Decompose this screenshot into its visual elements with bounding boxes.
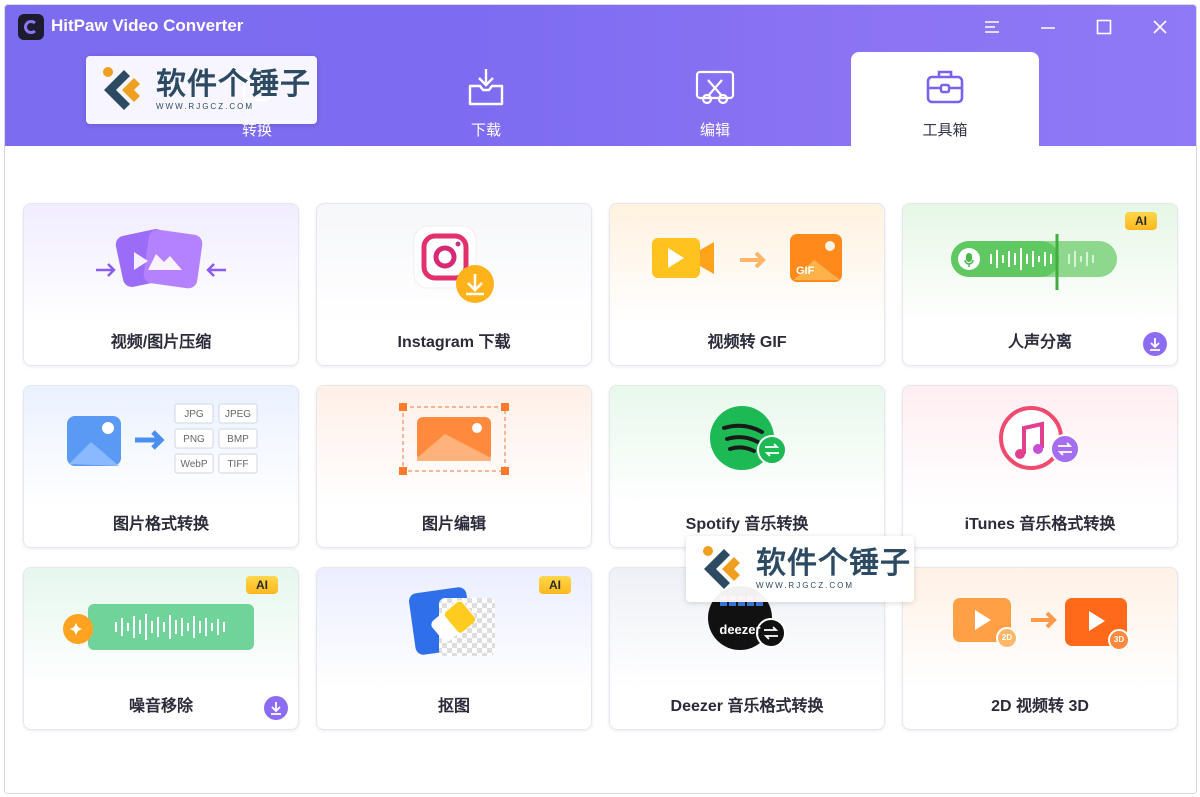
format-label: JPEG: [224, 409, 252, 420]
watermark-logo-icon: [703, 546, 740, 589]
watermark-text: 软件个锤子: [156, 68, 311, 101]
tab-download[interactable]: 下载: [392, 52, 580, 146]
close-button[interactable]: [1146, 13, 1174, 41]
menu-button[interactable]: [978, 13, 1006, 41]
tag-3d: 3D: [1113, 635, 1125, 644]
tag-2d: 2D: [1001, 633, 1013, 642]
edit-scissors-icon: [694, 66, 736, 108]
instagram-icon: [413, 225, 494, 303]
tab-edit-label: 编辑: [699, 122, 730, 139]
tool-card-image-convert[interactable]: JPG JPEG PNG BMP WebP TIFF 图片格式转换: [23, 385, 299, 548]
tool-label: iTunes 音乐格式转换: [964, 516, 1116, 533]
watermark-logo-icon: [103, 67, 140, 110]
tool-card-compress[interactable]: 视频/图片压缩: [23, 203, 299, 366]
menu-icon: [985, 21, 999, 33]
title-bar: HitPaw Video Converter: [5, 5, 1196, 49]
download-button[interactable]: [264, 696, 288, 720]
tool-label: Instagram 下载: [397, 334, 511, 351]
app-logo-icon: [18, 14, 44, 40]
tool-label: 图片格式转换: [112, 516, 209, 533]
maximize-icon: [1096, 19, 1112, 35]
close-icon: [1153, 20, 1167, 34]
tab-toolbox-label: 工具箱: [922, 122, 968, 139]
vocal-remover-icon: [951, 234, 1117, 290]
image-edit-icon: [399, 403, 509, 475]
tool-label: 2D 视频转 3D: [991, 698, 1089, 715]
download-tray-icon: [465, 66, 507, 108]
itunes-icon: [999, 406, 1080, 470]
tab-download-label: 下载: [470, 122, 501, 139]
format-label: PNG: [183, 434, 205, 445]
deezer-logo-text: deezer: [719, 622, 761, 637]
toolbox-grid: 视频/图片压缩 Instagram 下载 GIF 视频转 GIF AI 人声分离…: [5, 146, 1196, 793]
watermark: 软件个锤子 WWW.RJGCZ.COM: [686, 536, 914, 602]
tool-card-background-remover[interactable]: AI 抠图: [316, 567, 592, 730]
minimize-icon: [1041, 27, 1055, 29]
app-title: HitPaw Video Converter: [51, 16, 244, 35]
tool-label: Deezer 音乐格式转换: [670, 698, 824, 715]
download-button[interactable]: [1143, 332, 1167, 356]
tool-card-instagram-download[interactable]: Instagram 下载: [316, 203, 592, 366]
tool-label: 视频转 GIF: [707, 334, 787, 351]
watermark-url: WWW.RJGCZ.COM: [756, 581, 854, 590]
svg-text:GIF: GIF: [796, 265, 815, 277]
tool-label: 抠图: [437, 698, 470, 715]
image-convert-icon: [67, 403, 258, 474]
tool-card-image-edit[interactable]: 图片编辑: [316, 385, 592, 548]
2d-to-3d-icon: [953, 598, 1130, 651]
noise-remover-icon: [63, 604, 254, 650]
tab-toolbox[interactable]: 工具箱: [851, 52, 1039, 146]
video-to-gif-icon: GIF: [652, 234, 842, 282]
format-label: JPG: [184, 409, 204, 420]
format-label: WebP: [180, 459, 208, 470]
format-label: BMP: [227, 434, 249, 445]
compress-icon: [96, 229, 226, 289]
watermark: 软件个锤子 WWW.RJGCZ.COM: [86, 56, 317, 124]
tool-label: 视频/图片压缩: [110, 334, 212, 351]
tool-label: Spotify 音乐转换: [685, 516, 809, 533]
tool-label: 图片编辑: [421, 516, 486, 533]
tool-card-vocal-remover[interactable]: AI 人声分离: [902, 203, 1178, 366]
format-label: TIFF: [227, 459, 249, 470]
spotify-icon: [710, 406, 787, 470]
watermark-text: 软件个锤子: [756, 547, 911, 580]
watermark-url: WWW.RJGCZ.COM: [156, 102, 254, 111]
background-remover-icon: [409, 587, 495, 656]
tool-label: 噪音移除: [128, 698, 193, 715]
tool-card-noise-remover[interactable]: AI 噪音移除: [23, 567, 299, 730]
tool-card-video-to-gif[interactable]: GIF 视频转 GIF: [609, 203, 885, 366]
minimize-button[interactable]: [1034, 13, 1062, 41]
download-icon: [1150, 338, 1160, 351]
download-icon: [271, 702, 281, 715]
tool-card-spotify[interactable]: Spotify 音乐转换: [609, 385, 885, 548]
maximize-button[interactable]: [1090, 13, 1118, 41]
tool-card-itunes[interactable]: iTunes 音乐格式转换: [902, 385, 1178, 548]
toolbox-icon: [924, 66, 966, 108]
tool-card-2d-to-3d[interactable]: 2D 3D 2D 视频转 3D: [902, 567, 1178, 730]
tab-edit[interactable]: 编辑: [621, 52, 809, 146]
tool-label: 人声分离: [1007, 334, 1072, 351]
